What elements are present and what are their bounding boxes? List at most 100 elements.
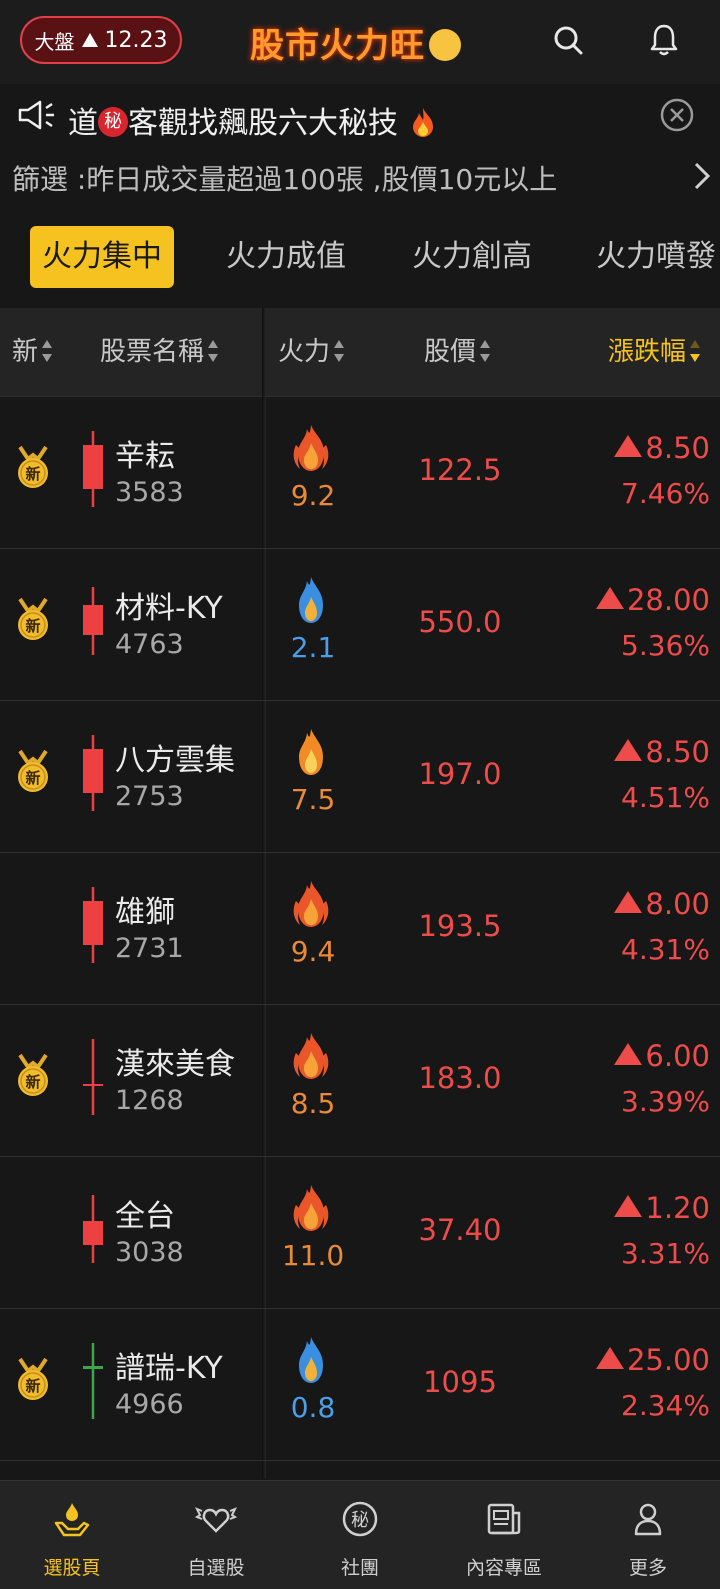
fire-power-value: 8.5 xyxy=(290,1087,336,1120)
stock-name: 材料-KY xyxy=(115,591,223,626)
price-change-value: 1.20 xyxy=(645,1191,710,1225)
price-change-value: 25.00 xyxy=(626,1343,710,1377)
market-change: 12.23 xyxy=(104,27,168,53)
newspaper-icon xyxy=(487,1503,521,1535)
sort-icon xyxy=(207,339,219,362)
stock-name: 譜瑞-KY xyxy=(115,1351,223,1386)
announcement-text-part2: 客觀找飆股六大秘技 xyxy=(128,106,398,141)
stock-price: 122.5 xyxy=(418,453,502,487)
candlestick-icon xyxy=(83,1195,103,1263)
header-change[interactable]: 漲跌幅 xyxy=(608,308,701,396)
stock-name: 雄獅 xyxy=(115,895,175,930)
candlestick-icon xyxy=(83,1039,103,1115)
fire-power-value: 11.0 xyxy=(281,1239,345,1272)
app-title-text: 股市火力旺 xyxy=(250,26,425,66)
up-triangle-icon xyxy=(614,739,643,761)
megaphone-icon xyxy=(18,100,54,130)
stock-name: 全台 xyxy=(115,1199,175,1234)
header-price[interactable]: 股價 xyxy=(424,308,491,396)
stock-code: 1268 xyxy=(115,1085,184,1116)
up-triangle-icon xyxy=(81,33,98,47)
up-triangle-icon xyxy=(614,891,643,913)
nav-content[interactable]: 內容專區 xyxy=(432,1481,576,1589)
close-icon[interactable] xyxy=(660,98,694,132)
stock-row[interactable]: 雄獅 2731 9.4 193.5 8.00 4.31% xyxy=(0,853,720,1005)
price-change: 8.00 xyxy=(614,887,710,921)
stock-row[interactable]: 全台 3038 11.0 37.40 1.20 3.31% xyxy=(0,1157,720,1309)
new-medal-icon: 新 xyxy=(18,597,48,640)
ranking-tabs: 火力集中 火力成值 火力創高 火力噴發 xyxy=(0,222,720,292)
price-change-percent: 4.51% xyxy=(621,781,710,814)
fire-power-icon xyxy=(293,1033,329,1079)
nav-stock-picker[interactable]: 選股頁 xyxy=(0,1481,144,1589)
sort-icon xyxy=(333,339,345,362)
up-triangle-icon xyxy=(614,1195,643,1217)
table-header: 新 股票名稱 火力 股價 漲跌幅 xyxy=(0,308,720,397)
nav-content-label: 內容專區 xyxy=(465,1557,542,1579)
price-change: 1.20 xyxy=(614,1191,710,1225)
secret-circle-icon: 秘 xyxy=(342,1501,378,1537)
price-change-percent: 2.34% xyxy=(621,1389,710,1422)
nav-more[interactable]: 更多 xyxy=(576,1481,720,1589)
chevron-right-icon[interactable] xyxy=(690,160,714,192)
header-fire[interactable]: 火力 xyxy=(278,308,345,396)
stock-name: 漢來美食 xyxy=(115,1047,235,1082)
price-change: 25.00 xyxy=(595,1343,710,1377)
fire-power-icon xyxy=(293,1185,329,1231)
candlestick-icon xyxy=(83,887,103,963)
candlestick-icon xyxy=(83,431,103,507)
fire-power-icon xyxy=(299,1337,323,1383)
fire-power-value: 9.2 xyxy=(290,479,336,512)
fire-power-value: 9.4 xyxy=(290,935,336,968)
candlestick-icon xyxy=(83,587,103,655)
new-badge-text: 新 xyxy=(25,465,40,483)
stock-row[interactable]: 新 辛耘 3583 9.2 122.5 8.50 7.46% xyxy=(0,397,720,549)
tab-fire-concentration[interactable]: 火力集中 xyxy=(30,226,174,288)
nav-community[interactable]: 秘 社團 xyxy=(288,1481,432,1589)
stock-row[interactable]: 新 材料-KY 4763 2.1 550.0 28.00 5.36% xyxy=(0,549,720,701)
nav-community-label: 社團 xyxy=(340,1557,379,1579)
search-icon[interactable] xyxy=(550,22,586,58)
new-badge-text: 新 xyxy=(25,769,40,787)
stock-row[interactable]: 新 譜瑞-KY 4966 0.8 1095 25.00 2.34% xyxy=(0,1309,720,1461)
nav-more-label: 更多 xyxy=(628,1557,667,1579)
sort-icon xyxy=(41,339,53,362)
stock-price: 550.0 xyxy=(418,605,502,639)
sort-desc-icon xyxy=(689,339,701,362)
header-change-label: 漲跌幅 xyxy=(608,337,687,367)
fire-power-value: 7.5 xyxy=(290,783,336,816)
price-change-value: 6.00 xyxy=(645,1039,710,1073)
stock-price: 183.0 xyxy=(418,1061,502,1095)
price-change-percent: 7.46% xyxy=(621,477,710,510)
nav-watchlist-label: 自選股 xyxy=(187,1557,245,1579)
stock-name: 八方雲集 xyxy=(115,743,235,778)
top-bar: 大盤 12.23 股市火力旺 xyxy=(0,0,720,84)
stock-row[interactable]: 新 漢來美食 1268 8.5 183.0 6.00 3.39% xyxy=(0,1005,720,1157)
stock-code: 3583 xyxy=(115,477,184,508)
person-icon xyxy=(634,1503,662,1536)
header-new[interactable]: 新 xyxy=(12,308,53,396)
tab-fire-burst[interactable]: 火力噴發 xyxy=(596,226,716,288)
market-label: 大盤 xyxy=(34,29,75,54)
header-stock-name[interactable]: 股票名稱 xyxy=(100,308,219,396)
filter-description[interactable]: 篩選 :昨日成交量超過100張 ,股價10元以上 xyxy=(12,158,557,198)
stock-code: 4966 xyxy=(115,1389,184,1420)
announcement-bar[interactable]: 道秘客觀找飆股六大秘技 xyxy=(0,88,720,148)
new-medal-icon: 新 xyxy=(18,445,48,488)
tab-fire-value[interactable]: 火力成值 xyxy=(226,226,346,288)
announcement-text[interactable]: 道秘客觀找飆股六大秘技 xyxy=(68,98,438,142)
sort-icon xyxy=(479,339,491,362)
stock-code: 3038 xyxy=(115,1237,184,1268)
tab-fire-new-high[interactable]: 火力創高 xyxy=(412,226,532,288)
bell-icon[interactable] xyxy=(646,22,682,58)
app-title: 股市火力旺 xyxy=(250,18,461,67)
new-badge-text: 新 xyxy=(25,617,40,635)
stock-row[interactable]: 新 八方雲集 2753 7.5 197.0 8.50 4.51% xyxy=(0,701,720,853)
up-triangle-icon xyxy=(595,587,624,609)
fire-hand-icon xyxy=(54,1503,90,1537)
market-index-pill[interactable]: 大盤 12.23 xyxy=(20,16,182,64)
new-badge-text: 新 xyxy=(25,1377,40,1395)
stock-price: 193.5 xyxy=(418,909,502,943)
nav-watchlist[interactable]: 自選股 xyxy=(144,1481,288,1589)
stock-price: 37.40 xyxy=(418,1213,502,1247)
